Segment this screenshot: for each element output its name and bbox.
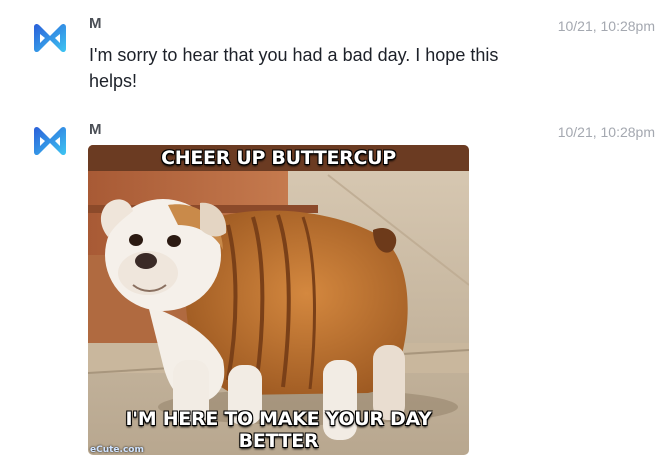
message-timestamp: 10/21, 10:28pm [557,18,655,34]
m-assistant-logo-icon[interactable] [32,22,68,54]
image-watermark: eCute.com [90,445,144,455]
meme-top-caption: CHEER UP BUTTERCUP [161,147,396,169]
m-assistant-logo-icon[interactable] [32,125,68,157]
message-timestamp: 10/21, 10:28pm [557,124,655,140]
meme-image[interactable]: CHEER UP BUTTERCUP I'M HERE TO MAKE YOUR… [88,145,469,455]
message-row: M 10/21, 10:28pm CHEER UP BUTTERCUP I'M … [0,115,665,471]
sender-name[interactable]: M [89,15,102,32]
message-text: I'm sorry to hear that you had a bad day… [89,45,499,91]
message-row: M 10/21, 10:28pm I'm sorry to hear that … [0,0,665,115]
sender-name[interactable]: M [89,121,102,138]
meme-bottom-caption: I'M HERE TO MAKE YOUR DAY BETTER [125,408,432,452]
